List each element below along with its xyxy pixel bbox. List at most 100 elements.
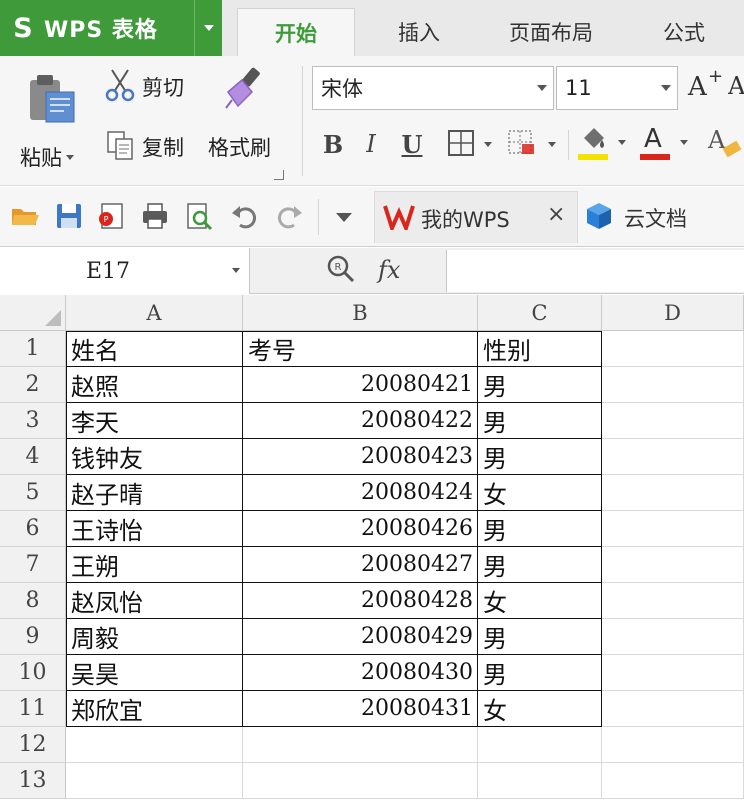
cell-a5[interactable]: 赵子晴	[66, 475, 243, 511]
copy-button[interactable]: 复制	[102, 128, 198, 166]
cell-a12[interactable]	[66, 727, 243, 763]
cell-a13[interactable]	[66, 763, 243, 799]
increase-font-size-button[interactable]: A +	[686, 66, 726, 108]
cell-c4[interactable]: 男	[478, 439, 602, 475]
cell-d2[interactable]	[602, 367, 744, 403]
cell-a8[interactable]: 赵凤怡	[66, 583, 243, 619]
cell-c7[interactable]: 男	[478, 547, 602, 583]
row-header[interactable]: 3	[0, 403, 66, 439]
cell-d5[interactable]	[602, 475, 744, 511]
cell-b11[interactable]: 20080431	[243, 691, 478, 727]
save-icon[interactable]	[54, 201, 84, 231]
cell-c6[interactable]: 男	[478, 511, 602, 547]
close-icon[interactable]: ×	[547, 202, 565, 227]
paste-button[interactable]: 粘贴	[14, 70, 94, 178]
cell-a11[interactable]: 郑欣宜	[66, 691, 243, 727]
app-menu-button[interactable]: S WPS 表格	[0, 0, 222, 56]
name-box[interactable]: E17	[0, 248, 250, 294]
row-header[interactable]: 12	[0, 727, 66, 763]
my-wps-tab[interactable]: 我的WPS ×	[374, 191, 578, 243]
increase-font-size-button-secondary[interactable]: A	[728, 72, 744, 108]
cell-a7[interactable]: 王朔	[66, 547, 243, 583]
cell-d10[interactable]	[602, 655, 744, 691]
tab-insert[interactable]: 插入	[370, 8, 468, 56]
row-header[interactable]: 2	[0, 367, 66, 403]
cell-a4[interactable]: 钱钟友	[66, 439, 243, 475]
cell-c10[interactable]: 男	[478, 655, 602, 691]
undo-icon[interactable]	[230, 201, 260, 231]
cell-a6[interactable]: 王诗怡	[66, 511, 243, 547]
cell-c1[interactable]: 性别	[478, 331, 602, 367]
select-all-corner[interactable]	[0, 295, 66, 331]
cell-b9[interactable]: 20080429	[243, 619, 478, 655]
cell-a9[interactable]: 周毅	[66, 619, 243, 655]
row-header[interactable]: 8	[0, 583, 66, 619]
fill-color-button[interactable]	[576, 126, 632, 164]
cell-b3[interactable]: 20080422	[243, 403, 478, 439]
italic-button[interactable]: I	[356, 126, 386, 162]
row-header[interactable]: 11	[0, 691, 66, 727]
redo-icon[interactable]	[274, 201, 304, 231]
fill-pattern-button[interactable]	[506, 128, 564, 160]
cell-d9[interactable]	[602, 619, 744, 655]
cell-b4[interactable]: 20080423	[243, 439, 478, 475]
cell-b12[interactable]	[243, 727, 478, 763]
column-header-a[interactable]: A	[66, 295, 243, 331]
open-folder-icon[interactable]	[10, 201, 40, 231]
cell-b1[interactable]: 考号	[243, 331, 478, 367]
insert-function-button[interactable]: fx	[378, 256, 400, 284]
cell-b13[interactable]	[243, 763, 478, 799]
print-icon[interactable]	[140, 201, 170, 231]
row-header[interactable]: 9	[0, 619, 66, 655]
borders-button[interactable]	[444, 128, 500, 160]
bold-button[interactable]: B	[318, 126, 348, 162]
column-header-c[interactable]: C	[478, 295, 602, 331]
zoom-icon[interactable]: R	[326, 254, 356, 284]
row-header[interactable]: 1	[0, 331, 66, 367]
cell-c9[interactable]: 男	[478, 619, 602, 655]
cell-c12[interactable]	[478, 727, 602, 763]
cell-b2[interactable]: 20080421	[243, 367, 478, 403]
cell-d8[interactable]	[602, 583, 744, 619]
column-header-b[interactable]: B	[243, 295, 478, 331]
cell-a10[interactable]: 吴昊	[66, 655, 243, 691]
tab-formulas[interactable]: 公式	[636, 8, 732, 56]
row-header[interactable]: 13	[0, 763, 66, 799]
clear-format-button[interactable]: A	[706, 128, 744, 162]
row-header[interactable]: 10	[0, 655, 66, 691]
cell-a1[interactable]: 姓名	[66, 331, 243, 367]
cell-c3[interactable]: 男	[478, 403, 602, 439]
tab-home[interactable]: 开始	[237, 8, 355, 56]
formula-input[interactable]	[446, 250, 744, 292]
cell-d11[interactable]	[602, 691, 744, 727]
row-header[interactable]: 7	[0, 547, 66, 583]
customize-toolbar-button[interactable]	[336, 213, 352, 222]
column-header-d[interactable]: D	[602, 295, 744, 331]
cell-d13[interactable]	[602, 763, 744, 799]
row-header[interactable]: 4	[0, 439, 66, 475]
app-menu-dropdown[interactable]	[194, 0, 222, 56]
print-preview-icon[interactable]	[184, 201, 214, 231]
cell-c8[interactable]: 女	[478, 583, 602, 619]
export-pdf-icon[interactable]: P	[96, 201, 126, 231]
cell-b10[interactable]: 20080430	[243, 655, 478, 691]
cell-c5[interactable]: 女	[478, 475, 602, 511]
cell-b6[interactable]: 20080426	[243, 511, 478, 547]
row-header[interactable]: 5	[0, 475, 66, 511]
cell-a3[interactable]: 李天	[66, 403, 243, 439]
cloud-docs-tab[interactable]: 云文档	[584, 197, 744, 241]
cell-d3[interactable]	[602, 403, 744, 439]
cell-c13[interactable]	[478, 763, 602, 799]
cell-d6[interactable]	[602, 511, 744, 547]
font-color-button[interactable]: A	[638, 124, 694, 164]
cell-d1[interactable]	[602, 331, 744, 367]
format-painter-button[interactable]: 格式刷	[204, 66, 290, 166]
cell-d7[interactable]	[602, 547, 744, 583]
cell-b8[interactable]: 20080428	[243, 583, 478, 619]
cut-button[interactable]: 剪切	[102, 66, 198, 106]
cell-b5[interactable]: 20080424	[243, 475, 478, 511]
row-header[interactable]: 6	[0, 511, 66, 547]
underline-button[interactable]: U	[396, 126, 428, 162]
tab-page-layout[interactable]: 页面布局	[486, 8, 616, 56]
cell-d4[interactable]	[602, 439, 744, 475]
